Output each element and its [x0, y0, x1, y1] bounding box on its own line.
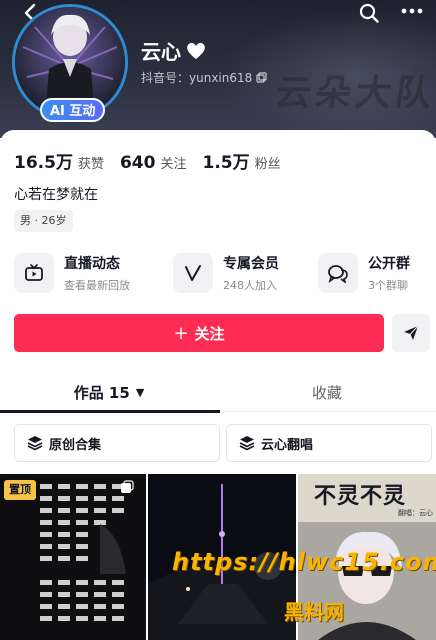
- follow-button[interactable]: + 关注: [14, 314, 384, 352]
- caret-down-icon: ▼: [135, 385, 145, 399]
- profile-header: 云朵大队 AI 互动 云心 抖音号：yunxin618: [0, 0, 436, 138]
- bio-text: 心若在梦就在: [14, 187, 98, 203]
- feature-sub: 3个群聊: [368, 279, 408, 292]
- stack-icon: [27, 436, 43, 451]
- more-button[interactable]: [400, 6, 424, 16]
- douyin-id: 抖音号：yunxin618: [141, 71, 253, 85]
- collection-label: 原创合集: [49, 437, 102, 453]
- chat-icon: [328, 265, 348, 283]
- search-button[interactable]: [358, 2, 380, 24]
- v-icon: [185, 265, 201, 281]
- send-message-button[interactable]: [392, 314, 430, 352]
- feature-title: 专属会员: [223, 256, 279, 272]
- collection-label: 云心翻唱: [261, 437, 314, 453]
- feature-text: 直播动态 查看最新回放: [64, 253, 130, 293]
- follow-label: 关注: [194, 324, 225, 343]
- stat-label: 关注: [160, 157, 187, 172]
- collection-original[interactable]: 原创合集: [14, 424, 220, 462]
- tab-works[interactable]: 作品 15 ▼: [0, 372, 218, 412]
- profile-name-row: 云心: [141, 36, 207, 65]
- paper-plane-icon: [404, 325, 419, 340]
- stat-value: 1.5万: [202, 153, 250, 173]
- stat-label: 粉丝: [254, 157, 281, 172]
- tab-favorites-label: 收藏: [311, 383, 342, 402]
- feature-text: 公开群 3个群聊: [368, 253, 410, 293]
- pinned-badge: 置顶: [4, 480, 36, 500]
- thumbnail-title: 不灵不灵: [314, 484, 407, 509]
- more-dots-icon: [401, 8, 423, 14]
- feature-public-group[interactable]: 公开群 3个群聊: [318, 250, 410, 296]
- tab-works-label: 作品 15: [73, 383, 130, 402]
- collection-covers[interactable]: 云心翻唱: [226, 424, 432, 462]
- ai-interact-badge[interactable]: AI 互动: [40, 98, 106, 122]
- feature-icon-box: [173, 253, 213, 293]
- thumbnail-subtitle: 翻唱：云心: [398, 509, 433, 517]
- feature-live[interactable]: 直播动态 查看最新回放: [14, 250, 130, 296]
- douyin-id-row[interactable]: 抖音号：yunxin618: [141, 69, 267, 86]
- stat-value: 16.5万: [14, 153, 73, 173]
- overlay-watermark-text: 黑料网: [284, 600, 344, 624]
- feature-title: 直播动态: [64, 256, 120, 272]
- feature-sub: 248人加入: [223, 279, 277, 292]
- feature-icon-box: [14, 253, 54, 293]
- profile-name: 云心: [141, 40, 181, 64]
- text-pattern-icon: [40, 484, 126, 621]
- video-thumbnail[interactable]: 置顶: [0, 474, 146, 640]
- plus-icon: +: [173, 322, 189, 344]
- search-icon: [359, 3, 379, 23]
- tv-icon: [25, 264, 43, 281]
- stat-likes[interactable]: 16.5万 获赞: [14, 148, 104, 173]
- feature-text: 专属会员 248人加入: [223, 253, 279, 293]
- tab-indicator: [0, 410, 220, 413]
- multi-image-icon: [121, 480, 134, 493]
- stack-icon: [239, 436, 255, 451]
- gender-age-tag: 男 · 26岁: [14, 210, 73, 232]
- content-tabs: 作品 15 ▼ 收藏: [0, 372, 436, 413]
- tab-favorites[interactable]: 收藏: [218, 372, 436, 412]
- stat-value: 640: [119, 153, 156, 173]
- stats-row: 16.5万 获赞 640 关注 1.5万 粉丝: [14, 148, 297, 173]
- heart-icon: [187, 42, 205, 59]
- stat-label: 获赞: [77, 157, 104, 172]
- feature-row: 直播动态 查看最新回放 专属会员 248人加入 公开群 3个群聊: [0, 250, 436, 298]
- header-watermark: 云朵大队: [272, 72, 436, 114]
- feature-icon-box: [318, 253, 358, 293]
- feature-title: 公开群: [368, 256, 410, 272]
- stat-followers[interactable]: 1.5万 粉丝: [202, 148, 280, 173]
- copy-icon: [256, 72, 267, 83]
- feature-membership[interactable]: 专属会员 248人加入: [173, 250, 279, 296]
- collections-row: 原创合集 云心翻唱: [14, 424, 432, 462]
- overlay-watermark-url: https://hlwc15.com: [172, 548, 436, 576]
- stat-following[interactable]: 640 关注: [120, 153, 187, 173]
- feature-sub: 查看最新回放: [64, 279, 130, 292]
